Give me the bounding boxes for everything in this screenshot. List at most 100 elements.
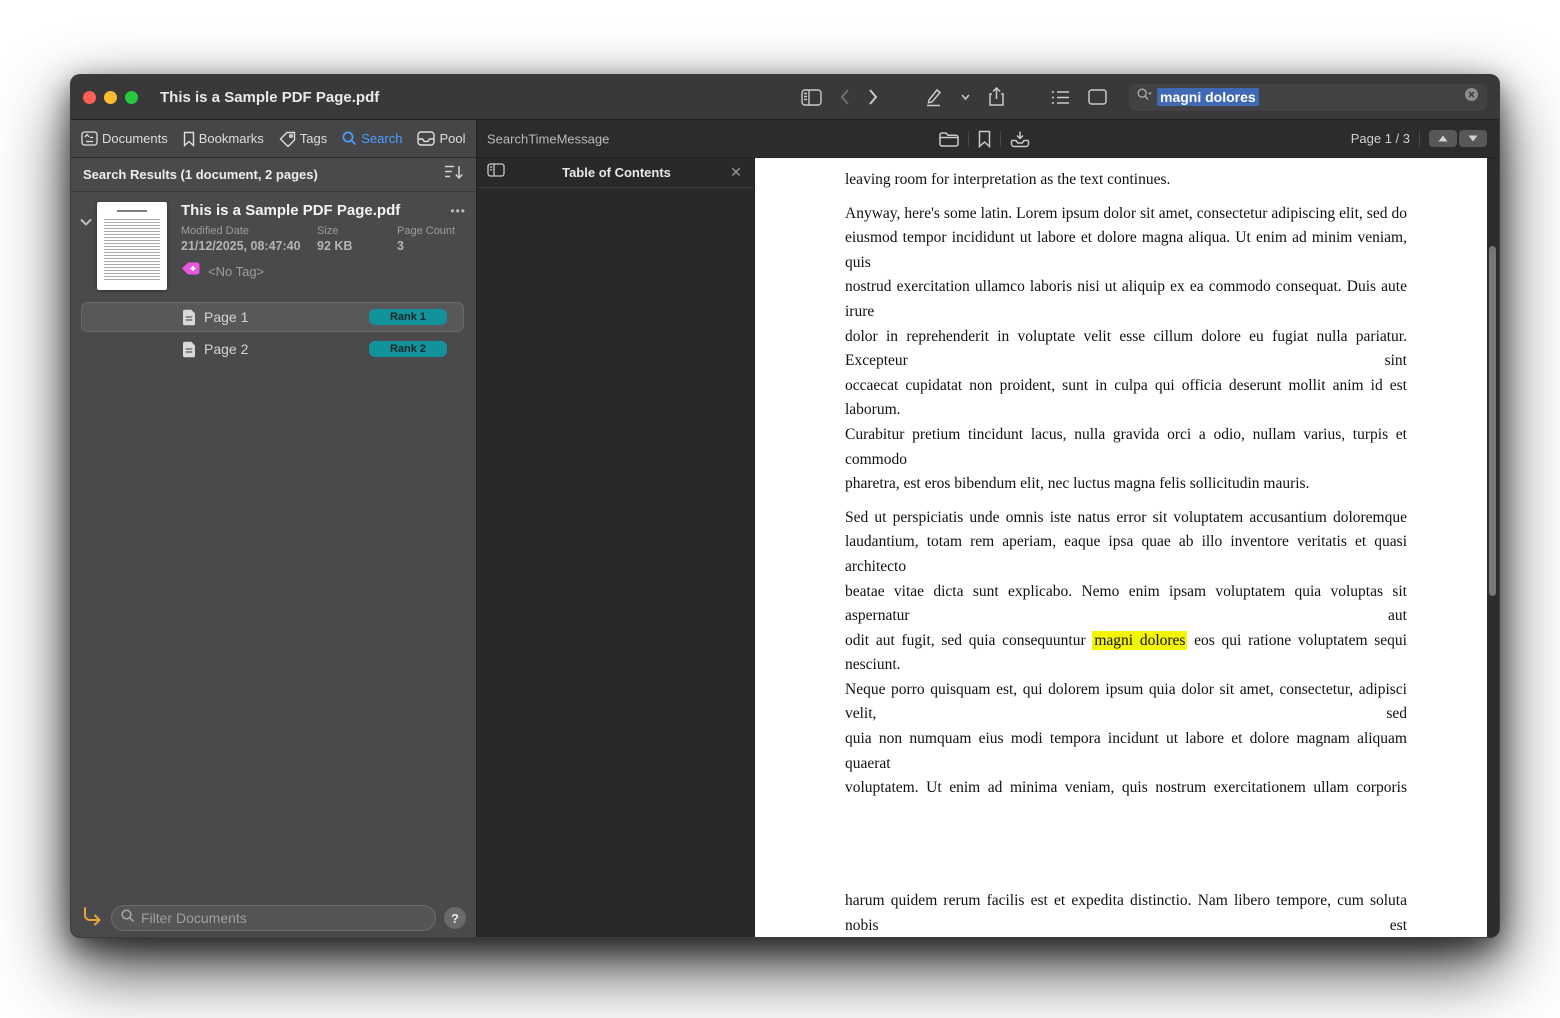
markup-pen-icon[interactable] — [924, 88, 943, 107]
sidebar-bottom-bar: ? — [71, 898, 476, 937]
table-of-contents-panel: Table of Contents ✕ — [477, 158, 755, 937]
pdf-text-line: eiusmod tempor incididunt ut labore et d… — [845, 229, 1407, 271]
hook-arrow-icon[interactable] — [81, 906, 103, 931]
app-window: This is a Sample PDF Page.pdf magni dolo… — [70, 74, 1500, 938]
tab-pool[interactable]: Pool — [417, 131, 465, 146]
pdf-text-line: quia non numquam eius modi tempora incid… — [845, 730, 1407, 772]
documents-icon — [81, 131, 98, 146]
tab-tags[interactable]: Tags — [279, 131, 327, 147]
tab-label: Tags — [299, 131, 328, 146]
tab-search[interactable]: Search — [342, 131, 402, 146]
pdf-text-line: dolor in reprehenderit in voluptate veli… — [845, 327, 1407, 370]
search-results-header: Search Results (1 document, 2 pages) — [71, 158, 476, 192]
pdf-paragraph: Sed ut perspiciatis unde omnis iste natu… — [845, 506, 1407, 850]
viewer-scrollbar[interactable] — [1489, 246, 1496, 596]
sort-descending-icon[interactable] — [444, 164, 464, 185]
pdf-text-line: odit aut fugit, sed quia consequuntur ma… — [845, 630, 1407, 674]
document-menu-button[interactable]: ••• — [450, 204, 466, 218]
add-tag-icon[interactable] — [181, 261, 201, 281]
pdf-text-line: harum quidem rerum facilis est et expedi… — [845, 892, 1407, 934]
search-field[interactable]: magni dolores — [1129, 83, 1487, 111]
sidebar-tabs: Documents Bookmarks Tags Search Pool — [71, 120, 476, 158]
folder-icon[interactable] — [939, 131, 959, 147]
window-title: This is a Sample PDF Page.pdf — [160, 88, 380, 106]
page-row-page-1[interactable]: Page 1 Rank 1 — [81, 302, 464, 332]
search-icon — [121, 908, 135, 928]
page-row-label: Page 1 — [204, 309, 249, 325]
page-down-button[interactable] — [1459, 130, 1487, 147]
tab-documents[interactable]: Documents — [81, 131, 168, 146]
filter-documents-field[interactable] — [111, 905, 436, 931]
pdf-text-line: Anyway, here's some latin. Lorem ipsum d… — [845, 204, 1407, 222]
traffic-lights — [83, 90, 138, 104]
pdf-text-line: Neque porro quisquam est, qui dolorem ip… — [845, 680, 1407, 723]
page-up-button[interactable] — [1429, 130, 1457, 147]
bookmark-icon[interactable] — [978, 130, 991, 148]
search-icon — [342, 131, 357, 146]
page-row-page-2[interactable]: Page 2 Rank 2 — [81, 334, 464, 364]
panel-toggle-icon[interactable] — [487, 163, 505, 182]
page-result-rows: Page 1 Rank 1 Page 2 Rank 2 — [71, 302, 476, 366]
page-indicator: Page 1 / 3 — [1350, 131, 1410, 146]
viewer-header-bar: SearchTimeMessage Page 1 / 3 — [477, 120, 1499, 158]
back-icon[interactable] — [840, 89, 850, 105]
modified-date-value: 21/12/2025, 08:47:40 — [181, 239, 301, 253]
share-icon[interactable] — [988, 87, 1005, 107]
pdf-viewer: leaving room for interpretation as the t… — [755, 158, 1499, 937]
minimize-window-button[interactable] — [104, 90, 117, 104]
markup-chevron-down-icon[interactable] — [961, 94, 970, 100]
page-doc-icon — [182, 309, 196, 326]
title-bar: This is a Sample PDF Page.pdf magni dolo… — [71, 75, 1499, 120]
sidebar-toggle-icon[interactable] — [801, 88, 822, 106]
tab-label: Search — [361, 131, 403, 146]
page-count-label: Page Count — [397, 225, 456, 237]
page-frame-icon[interactable] — [1088, 89, 1107, 105]
help-button[interactable]: ? — [444, 907, 466, 929]
size-value: 92 KB — [317, 239, 353, 253]
tab-bookmarks[interactable]: Bookmarks — [183, 131, 264, 147]
page-row-label: Page 2 — [204, 341, 249, 357]
tab-label: Documents — [102, 131, 168, 146]
pdf-text-line: nostrud exercitation ullamco laboris nis… — [845, 278, 1407, 320]
chevron-down-icon[interactable] — [77, 202, 95, 290]
rank-badge: Rank 1 — [369, 309, 447, 325]
document-thumbnail[interactable] — [97, 202, 167, 290]
search-query-text[interactable]: magni dolores — [1157, 88, 1259, 106]
search-time-message: SearchTimeMessage — [487, 131, 610, 146]
close-icon[interactable]: ✕ — [728, 164, 744, 181]
size-label: Size — [317, 225, 339, 237]
close-window-button[interactable] — [83, 90, 96, 104]
tag-value[interactable]: <No Tag> — [208, 264, 264, 279]
toc-title: Table of Contents — [562, 165, 671, 180]
list-icon[interactable] — [1051, 90, 1070, 105]
document-result-item[interactable]: This is a Sample PDF Page.pdf ••• Modifi… — [71, 192, 476, 296]
pdf-page-1[interactable]: leaving room for interpretation as the t… — [755, 158, 1487, 937]
search-icon — [1137, 88, 1152, 106]
bookmark-icon — [183, 131, 195, 147]
sidebar: Documents Bookmarks Tags Search Pool Search … — [71, 120, 477, 937]
tab-label: Pool — [439, 131, 466, 146]
pdf-text-line: beatae vitae dicta sunt explicabo. Nemo … — [845, 582, 1407, 625]
page-count-value: 3 — [397, 239, 404, 253]
pdf-text-line: leaving room for interpretation as the t… — [845, 171, 1171, 188]
pool-tray-icon — [417, 131, 436, 146]
inbox-arrow-icon[interactable] — [1010, 130, 1030, 148]
pdf-text-line: pharetra, est eros bibendum elit, nec lu… — [845, 475, 1310, 493]
pdf-paragraph: harum quidem rerum facilis est et expedi… — [845, 889, 1407, 937]
clear-circle-icon[interactable] — [1464, 87, 1479, 107]
pdf-text-line: laudantium, totam rem aperiam, eaque ips… — [845, 533, 1407, 575]
document-title[interactable]: This is a Sample PDF Page.pdf — [181, 202, 450, 219]
filter-documents-input[interactable] — [141, 910, 426, 926]
forward-icon[interactable] — [868, 89, 878, 105]
search-results-label: Search Results (1 document, 2 pages) — [83, 167, 318, 182]
modified-date-label: Modified Date — [181, 225, 249, 237]
pdf-paragraph: Anyway, here's some latin. Lorem ipsum d… — [845, 202, 1407, 497]
search-highlight-yellow[interactable]: magni dolores — [1092, 630, 1188, 650]
pdf-page-2[interactable]: harum quidem rerum facilis est et expedi… — [755, 801, 1487, 937]
zoom-window-button[interactable] — [125, 90, 138, 104]
pdf-text-line: Curabitur pretium tincidunt lacus, nulla… — [845, 425, 1407, 468]
pdf-text-line: Sed ut perspiciatis unde omnis iste natu… — [845, 508, 1407, 526]
page-down-icon — [1468, 135, 1478, 142]
page-doc-icon — [182, 341, 196, 358]
tag-icon — [279, 131, 296, 147]
